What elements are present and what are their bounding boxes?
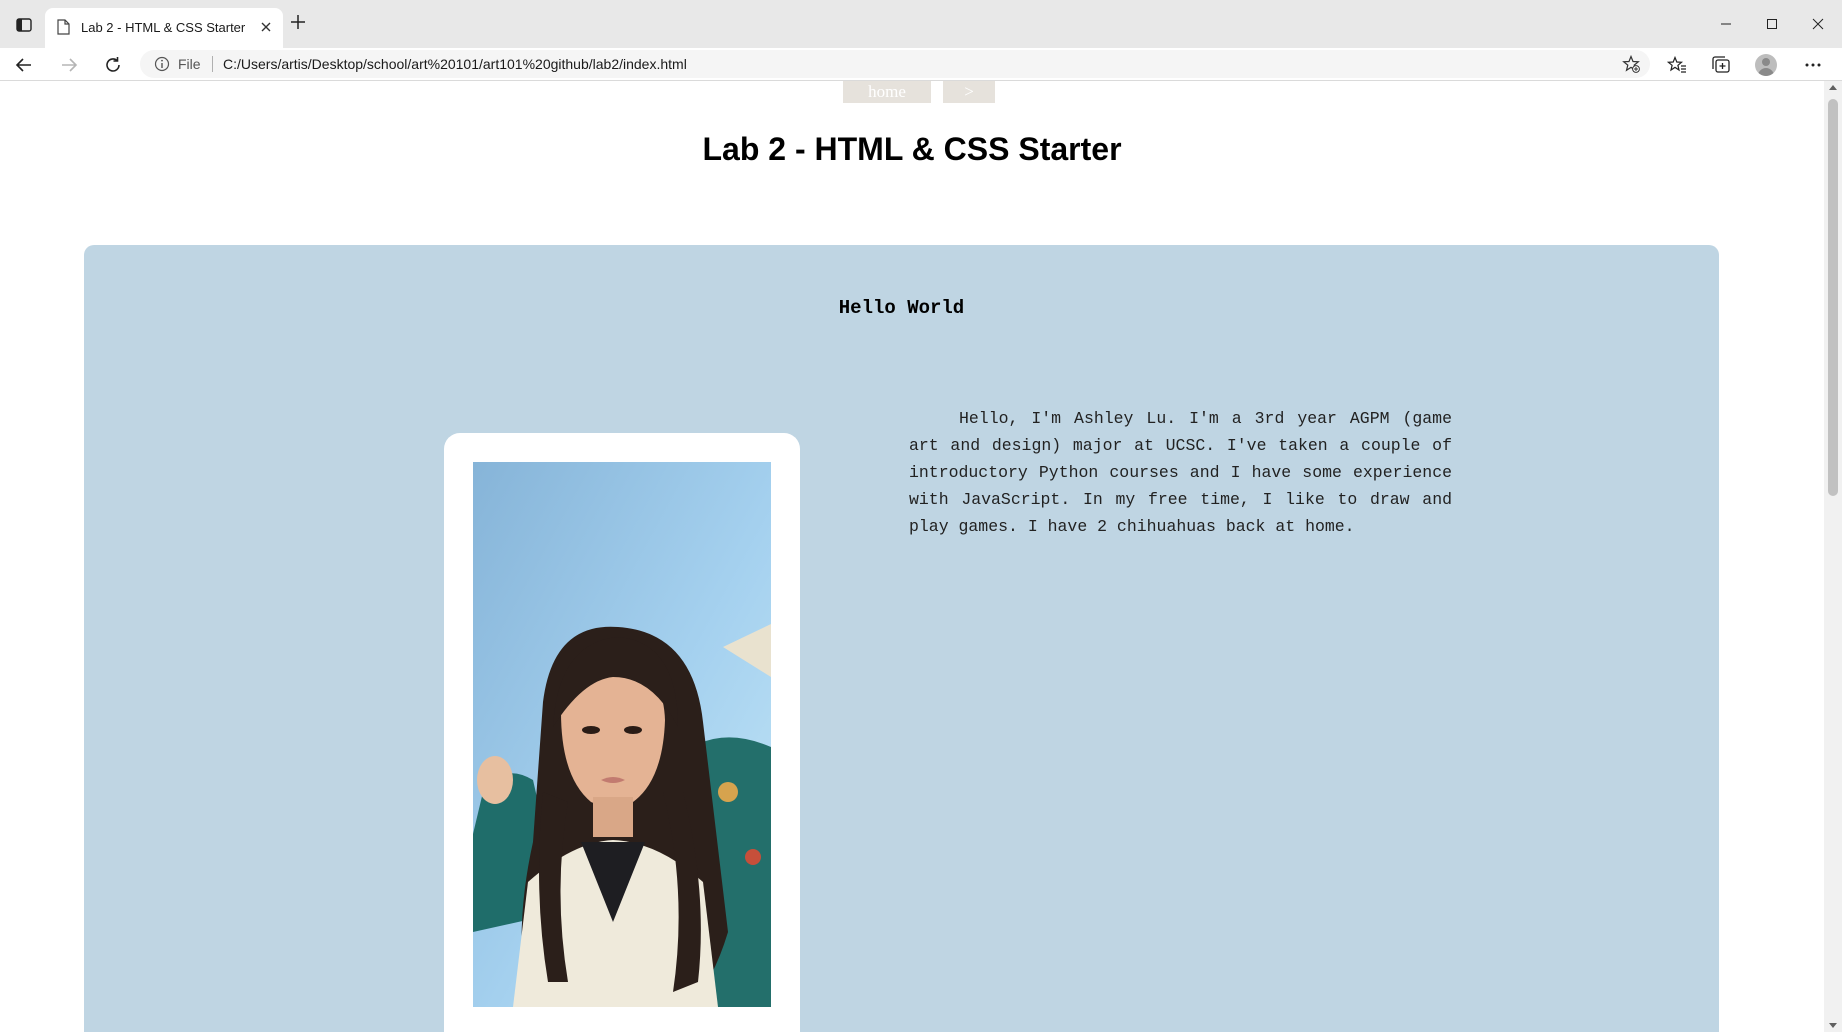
collections-icon <box>1712 56 1730 73</box>
plus-icon[interactable] <box>290 14 306 30</box>
more-button[interactable] <box>1801 53 1825 77</box>
close-window-button[interactable] <box>1806 12 1830 36</box>
url-text[interactable]: C:/Users/artis/Desktop/school/art%20101/… <box>223 56 687 72</box>
scheme-label: File <box>178 56 201 72</box>
nav-home-link[interactable]: home <box>843 81 931 103</box>
scroll-down-icon[interactable] <box>1829 1023 1837 1028</box>
reload-icon <box>106 57 120 72</box>
maximize-icon <box>1767 19 1777 29</box>
avatar <box>1755 54 1777 76</box>
photo-frame <box>444 433 800 1032</box>
forward-button[interactable] <box>58 54 80 76</box>
page-viewport: home > Lab 2 - HTML & CSS Starter Hello … <box>0 81 1824 1032</box>
tab-actions-icon <box>16 18 32 32</box>
favorites-button[interactable] <box>1665 53 1689 77</box>
scroll-up-icon[interactable] <box>1829 85 1837 90</box>
back-arrow-icon <box>15 58 31 72</box>
page-icon <box>57 19 70 35</box>
profile-photo <box>473 462 771 1007</box>
tab-title: Lab 2 - HTML & CSS Starter <box>81 20 246 35</box>
tab-bar: Lab 2 - HTML & CSS Starter <box>0 0 1842 48</box>
profile-button[interactable] <box>1754 53 1778 77</box>
close-window-icon <box>1812 18 1824 30</box>
nav-next-link[interactable]: > <box>943 81 995 103</box>
address-divider <box>212 56 213 72</box>
back-button[interactable] <box>13 54 35 76</box>
page-scrollbar[interactable] <box>1824 81 1842 1032</box>
content-card: Hello World Hello, I'm Ashley Lu. I'm a … <box>84 245 1719 1032</box>
card-heading: Hello World <box>838 297 965 319</box>
site-nav: home > <box>843 81 995 103</box>
more-icon <box>1805 63 1821 67</box>
favorites-icon <box>1667 56 1686 73</box>
tab-actions-button[interactable] <box>10 12 38 38</box>
bio-paragraph: Hello, I'm Ashley Lu. I'm a 3rd year AGP… <box>909 409 1452 536</box>
info-icon[interactable] <box>154 56 170 72</box>
add-favorite-icon[interactable] <box>1622 55 1640 73</box>
collections-button[interactable] <box>1709 53 1733 77</box>
scrollbar-thumb[interactable] <box>1828 99 1838 496</box>
browser-tab[interactable]: Lab 2 - HTML & CSS Starter <box>45 8 283 48</box>
reload-button[interactable] <box>102 54 124 76</box>
address-bar[interactable]: File C:/Users/artis/Desktop/school/art%2… <box>140 50 1650 78</box>
browser-toolbar: File C:/Users/artis/Desktop/school/art%2… <box>0 48 1842 81</box>
maximize-button[interactable] <box>1760 12 1784 36</box>
minimize-button[interactable] <box>1714 12 1738 36</box>
close-icon[interactable] <box>259 20 273 34</box>
forward-arrow-icon <box>62 58 78 72</box>
page-title: Lab 2 - HTML & CSS Starter <box>702 131 1122 167</box>
minimize-icon <box>1721 23 1731 25</box>
